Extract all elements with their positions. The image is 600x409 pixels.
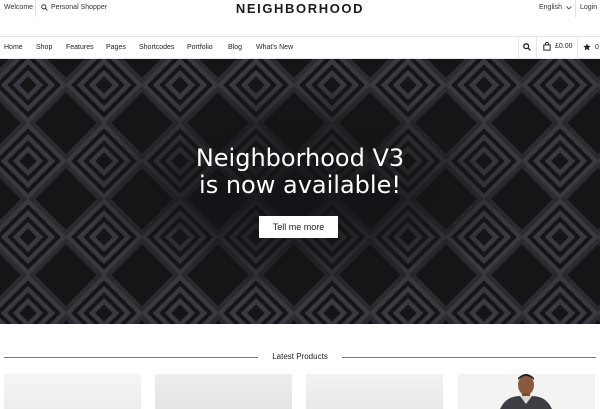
star-icon	[583, 43, 591, 51]
product-card[interactable]	[155, 374, 292, 409]
divider	[518, 37, 519, 58]
main-navigation: Home Shop Features Pages Shortcodes Port…	[0, 36, 600, 59]
hero-headline-line-2: is now available!	[199, 171, 401, 199]
header-search-button[interactable]	[523, 43, 531, 53]
wishlist-button[interactable]: 0	[583, 43, 599, 51]
product-card[interactable]	[306, 374, 443, 409]
search-icon	[523, 43, 531, 51]
nav-item-portfolio[interactable]: Portfolio	[187, 44, 213, 51]
nav-item-shortcodes[interactable]: Shortcodes	[139, 44, 174, 51]
divider	[536, 37, 537, 58]
nav-item-home[interactable]: Home	[4, 44, 23, 51]
site-logo[interactable]: NEIGHBORHOOD	[0, 1, 600, 16]
cart-total: £0.00	[555, 43, 573, 50]
product-image	[155, 374, 292, 409]
cart-button[interactable]: £0.00	[543, 42, 573, 51]
product-image	[458, 374, 595, 409]
product-image	[4, 374, 141, 409]
divider	[577, 37, 578, 58]
product-image	[306, 374, 443, 409]
wishlist-count: 0	[595, 43, 599, 51]
shopping-bag-icon	[543, 42, 551, 51]
product-card[interactable]	[458, 374, 595, 409]
product-card[interactable]	[4, 374, 141, 409]
hero-banner: Neighborhood V3 is now available! Tell m…	[0, 59, 600, 324]
nav-item-blog[interactable]: Blog	[228, 44, 242, 51]
nav-item-shop[interactable]: Shop	[36, 44, 52, 51]
tell-me-more-button[interactable]: Tell me more	[259, 216, 338, 238]
latest-products-heading: Latest Products	[4, 351, 596, 363]
hero-headline-line-1: Neighborhood V3	[195, 144, 405, 172]
latest-products-title: Latest Products	[266, 352, 334, 361]
nav-item-features[interactable]: Features	[66, 44, 94, 51]
nav-item-pages[interactable]: Pages	[106, 44, 126, 51]
nav-item-whats-new[interactable]: What's New	[256, 44, 293, 51]
hero-headline: Neighborhood V3 is now available!	[0, 145, 600, 199]
